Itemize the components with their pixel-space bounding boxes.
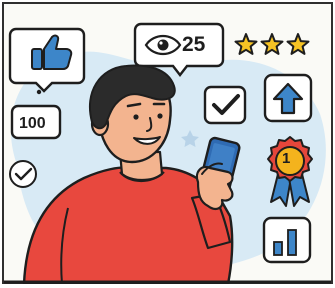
eye-icon (144, 34, 182, 56)
illustration-canvas: 25 100 1 (2, 2, 333, 284)
checkmark-icon (203, 85, 247, 125)
check-circle-icon (9, 160, 37, 188)
star-icon (234, 33, 258, 55)
star-icon (286, 33, 310, 55)
star-icon (260, 33, 284, 55)
sparkle-dot (36, 89, 42, 95)
bar-chart-icon (262, 216, 312, 264)
star-rating (234, 33, 310, 55)
like-bubble (8, 27, 86, 93)
likes-count: 100 (19, 115, 46, 132)
badge-rank-number: 1 (282, 150, 291, 167)
eye (157, 113, 163, 119)
social-media-illustration (4, 22, 331, 284)
arrow-up-icon (263, 73, 313, 123)
views-count: 25 (182, 33, 206, 56)
eye (133, 114, 139, 120)
